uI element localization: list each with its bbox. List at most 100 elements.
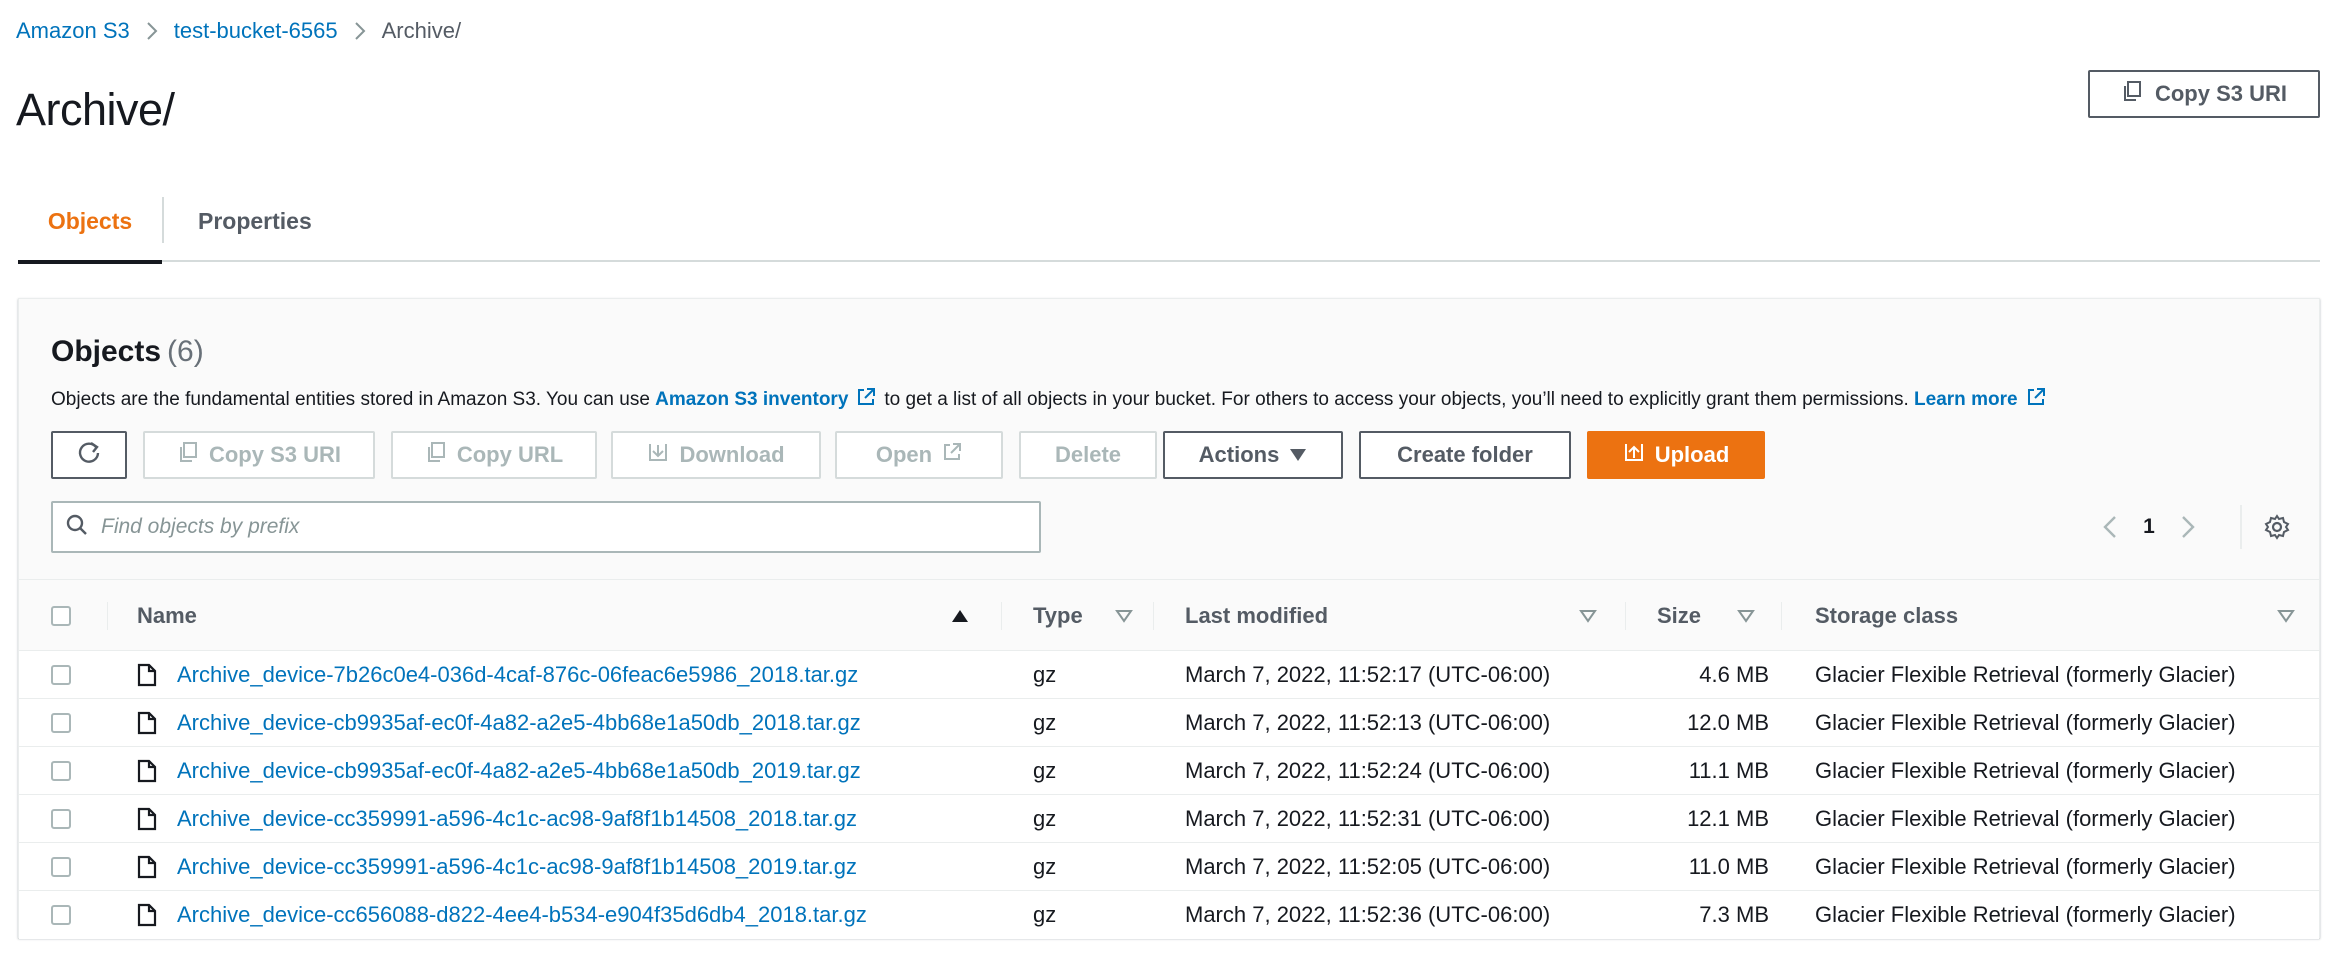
- search-box: [51, 501, 1041, 553]
- previous-page-button[interactable]: [2087, 505, 2133, 549]
- copy-icon: [425, 441, 447, 469]
- row-checkbox[interactable]: [51, 857, 71, 877]
- object-type-cell: gz: [1033, 902, 1057, 927]
- object-size-cell: 12.0 MB: [1687, 710, 1769, 735]
- select-all-checkbox[interactable]: [51, 606, 71, 626]
- object-name-cell: Archive_device-cb9935af-ec0f-4a82-a2e5-4…: [177, 747, 861, 795]
- row-checkbox[interactable]: [51, 809, 71, 829]
- object-size-cell: 7.3 MB: [1699, 902, 1769, 927]
- table-row: Archive_device-cc656088-d822-4ee4-b534-e…: [19, 891, 2319, 939]
- delete-button[interactable]: Delete: [1019, 431, 1157, 479]
- file-icon: [137, 747, 157, 795]
- external-link-icon: [856, 387, 876, 413]
- object-name-link[interactable]: Archive_device-cc359991-a596-4c1c-ac98-9…: [177, 854, 857, 880]
- sort-icon[interactable]: [1579, 580, 1597, 652]
- object-storage-class-cell: Glacier Flexible Retrieval (formerly Gla…: [1815, 710, 2236, 735]
- column-header-name[interactable]: Name: [137, 580, 197, 652]
- breadcrumb-amazon-s3[interactable]: Amazon S3: [16, 18, 130, 44]
- page-title: Archive/: [16, 84, 175, 135]
- file-icon: [137, 843, 157, 891]
- objects-table: Name Type Last modified Size Storage cla…: [19, 579, 2319, 939]
- copy-url-label: Copy URL: [456, 442, 564, 467]
- copy-s3-uri-label: Copy S3 URI: [2154, 81, 2288, 106]
- objects-heading-title: Objects: [51, 335, 162, 368]
- sort-icon[interactable]: [1737, 580, 1755, 652]
- upload-icon: [1623, 441, 1645, 469]
- open-button[interactable]: Open: [835, 431, 1003, 479]
- column-header-storage-class[interactable]: Storage class: [1815, 580, 1958, 652]
- download-button[interactable]: Download: [611, 431, 821, 479]
- caret-down-icon: [1289, 442, 1307, 468]
- copy-icon: [177, 441, 199, 469]
- object-name-cell: Archive_device-cc656088-d822-4ee4-b534-e…: [177, 891, 867, 939]
- object-name-link[interactable]: Archive_device-cb9935af-ec0f-4a82-a2e5-4…: [177, 758, 861, 784]
- actions-label: Actions: [1198, 442, 1280, 467]
- row-checkbox[interactable]: [51, 713, 71, 733]
- column-header-size[interactable]: Size: [1657, 580, 1701, 652]
- refresh-button[interactable]: [51, 431, 127, 479]
- objects-count: (6): [167, 335, 204, 368]
- row-select-cell: [51, 891, 71, 939]
- sort-icon[interactable]: [2277, 580, 2295, 652]
- row-select-cell: [51, 651, 71, 699]
- create-folder-button[interactable]: Create folder: [1359, 431, 1571, 479]
- column-separator: [1781, 602, 1782, 630]
- pagination: 1: [2087, 505, 2211, 549]
- object-size-cell: 4.6 MB: [1699, 662, 1769, 687]
- table-body: Archive_device-7b26c0e4-036d-4caf-876c-0…: [19, 651, 2319, 939]
- pagination-divider: [2240, 505, 2242, 549]
- object-storage-class-cell: Glacier Flexible Retrieval (formerly Gla…: [1815, 662, 2236, 687]
- download-icon: [647, 441, 669, 469]
- copy-s3-uri-toolbar-label: Copy S3 URI: [208, 442, 342, 467]
- column-header-type[interactable]: Type: [1033, 580, 1083, 652]
- sort-icon[interactable]: [1115, 580, 1133, 652]
- inventory-link[interactable]: Amazon S3 inventory: [655, 389, 848, 411]
- search-input[interactable]: [101, 515, 1001, 539]
- column-separator: [1001, 602, 1002, 630]
- column-header-last-modified[interactable]: Last modified: [1185, 580, 1328, 652]
- row-checkbox[interactable]: [51, 665, 71, 685]
- external-link-icon: [2026, 387, 2046, 413]
- create-folder-label: Create folder: [1397, 442, 1533, 467]
- page-number[interactable]: 1: [2133, 515, 2165, 539]
- breadcrumb-bucket[interactable]: test-bucket-6565: [174, 18, 338, 44]
- object-storage-class-cell: Glacier Flexible Retrieval (formerly Gla…: [1815, 758, 2236, 783]
- breadcrumb: Amazon S3 test-bucket-6565 Archive/: [16, 16, 461, 46]
- sort-ascending-icon[interactable]: [951, 580, 969, 652]
- table-row: Archive_device-cc359991-a596-4c1c-ac98-9…: [19, 795, 2319, 843]
- object-name-link[interactable]: Archive_device-7b26c0e4-036d-4caf-876c-0…: [177, 662, 858, 688]
- object-last-modified-cell: March 7, 2022, 11:52:36 (UTC-06:00): [1185, 902, 1551, 927]
- table-row: Archive_device-7b26c0e4-036d-4caf-876c-0…: [19, 651, 2319, 699]
- copy-url-button[interactable]: Copy URL: [391, 431, 597, 479]
- row-select-cell: [51, 699, 71, 747]
- description-prefix: Objects are the fundamental entities sto…: [51, 389, 650, 410]
- copy-s3-uri-button[interactable]: Copy S3 URI: [2088, 70, 2320, 118]
- row-checkbox[interactable]: [51, 905, 71, 925]
- object-name-link[interactable]: Archive_device-cc359991-a596-4c1c-ac98-9…: [177, 806, 857, 832]
- download-label: Download: [679, 442, 785, 467]
- tab-properties[interactable]: Properties: [164, 180, 312, 262]
- row-checkbox[interactable]: [51, 761, 71, 781]
- table-row: Archive_device-cb9935af-ec0f-4a82-a2e5-4…: [19, 699, 2319, 747]
- preferences-button[interactable]: [2255, 505, 2299, 549]
- learn-more-link[interactable]: Learn more: [1914, 389, 2017, 411]
- upload-button[interactable]: Upload: [1587, 431, 1765, 479]
- chevron-right-icon: [338, 20, 382, 42]
- object-last-modified-cell: March 7, 2022, 11:52:24 (UTC-06:00): [1185, 758, 1551, 783]
- objects-heading: Objects (6): [51, 335, 204, 369]
- objects-description: Objects are the fundamental entities sto…: [51, 387, 2054, 413]
- object-size-cell: 11.1 MB: [1688, 758, 1769, 783]
- select-all-cell: [51, 580, 71, 652]
- next-page-button[interactable]: [2165, 505, 2211, 549]
- object-last-modified-cell: March 7, 2022, 11:52:05 (UTC-06:00): [1185, 854, 1551, 879]
- file-icon: [137, 699, 157, 747]
- copy-icon: [2121, 80, 2143, 108]
- description-middle: to get a list of all objects in your buc…: [884, 389, 1909, 410]
- chevron-right-icon: [2182, 516, 2195, 538]
- object-size-cell: 11.0 MB: [1688, 854, 1769, 879]
- object-name-link[interactable]: Archive_device-cc656088-d822-4ee4-b534-e…: [177, 902, 867, 928]
- copy-s3-uri-toolbar-button[interactable]: Copy S3 URI: [143, 431, 375, 479]
- tab-objects[interactable]: Objects: [18, 180, 162, 264]
- object-name-link[interactable]: Archive_device-cb9935af-ec0f-4a82-a2e5-4…: [177, 710, 861, 736]
- actions-dropdown[interactable]: Actions: [1163, 431, 1343, 479]
